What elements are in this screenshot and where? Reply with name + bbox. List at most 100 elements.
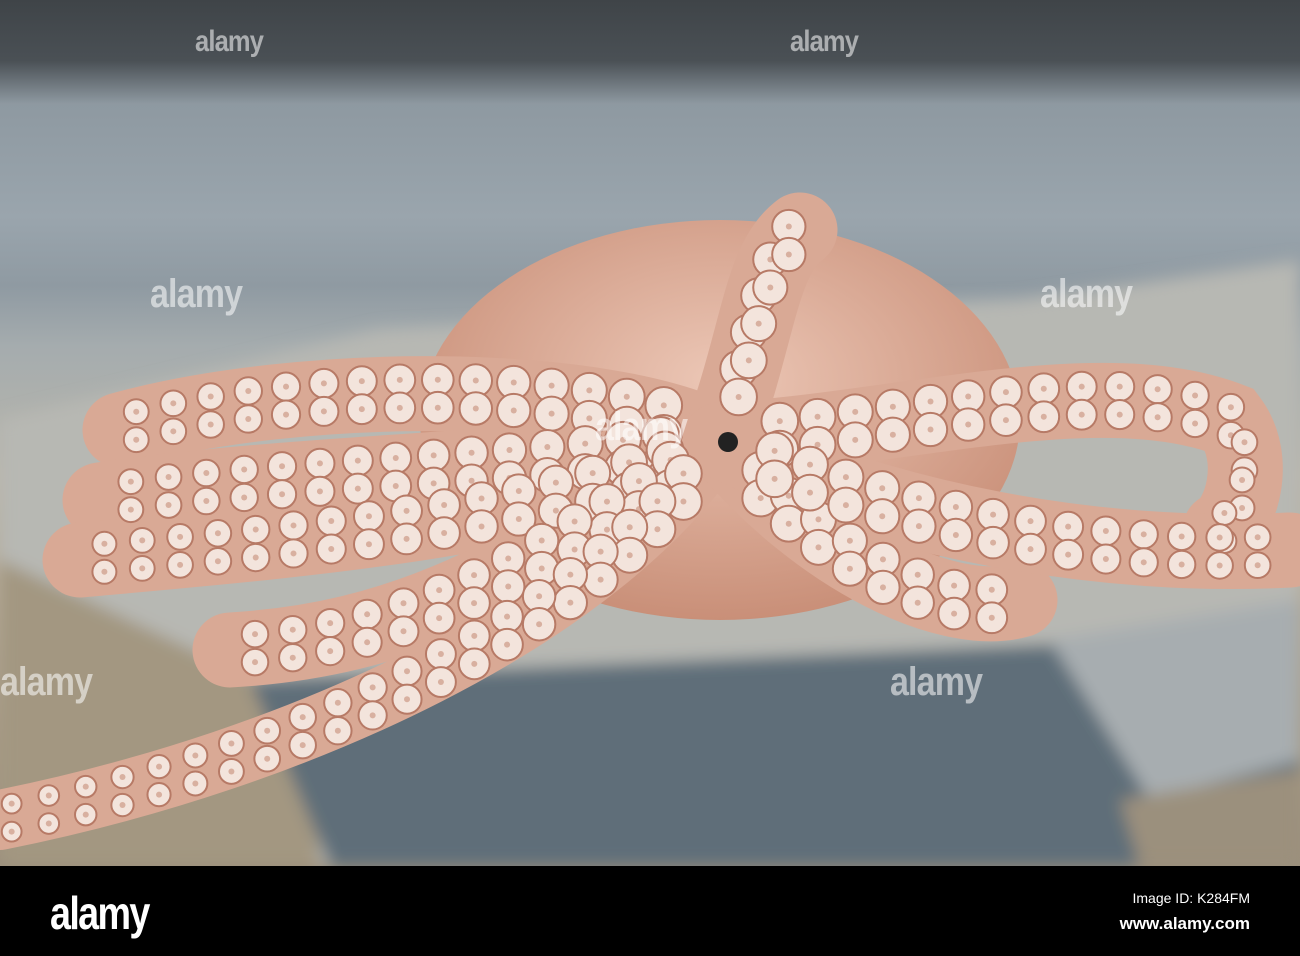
sucker-hole: [279, 463, 286, 470]
sucker-hole: [289, 626, 296, 633]
sucker-hole: [436, 615, 443, 622]
sucker-hole: [1065, 551, 1072, 558]
sucker-hole: [990, 511, 997, 518]
sucker-hole: [403, 507, 410, 514]
sucker-hole: [965, 393, 972, 400]
sucker-hole: [603, 498, 610, 505]
sucker-hole: [807, 489, 814, 496]
sucker-hole: [289, 654, 296, 661]
sucker-hole: [430, 452, 437, 459]
sucker-hole: [1116, 411, 1123, 418]
sucker-hole: [471, 632, 478, 639]
sucker-hole: [597, 576, 604, 583]
sucker-hole: [927, 398, 934, 405]
sucker-hole: [165, 502, 172, 509]
sucker-hole: [404, 668, 411, 675]
sucker-hole: [334, 727, 341, 734]
sucker-hole: [45, 792, 52, 799]
sucker-hole: [1116, 383, 1123, 390]
sucker-hole: [156, 763, 163, 770]
sucker-hole: [771, 475, 778, 482]
sucker-hole: [842, 474, 849, 481]
sucker-hole: [571, 518, 578, 525]
alamy-logo: alamy: [50, 887, 150, 939]
sucker-hole: [434, 376, 441, 383]
sucker-hole: [241, 466, 248, 473]
sucker-hole: [603, 526, 610, 533]
sucker-hole: [437, 651, 444, 658]
watermark: alamy: [0, 660, 93, 704]
sucker-hole: [82, 811, 89, 818]
sucker-hole: [156, 791, 163, 798]
sucker-hole: [1227, 404, 1234, 411]
sucker-hole: [283, 411, 290, 418]
sucker-hole: [548, 410, 555, 417]
image-id: Image ID: K284FM: [1132, 890, 1251, 906]
sucker-hole: [635, 478, 642, 485]
sucker-hole: [988, 614, 995, 621]
sucker-hole: [1078, 383, 1085, 390]
sucker-hole: [785, 520, 792, 527]
sucker-hole: [119, 774, 126, 781]
sucker-hole: [1154, 386, 1161, 393]
sucker-hole: [879, 556, 886, 563]
sucker-hole: [203, 498, 210, 505]
sucker-hole: [626, 524, 633, 531]
sucker-hole: [365, 513, 372, 520]
sucker-hole: [510, 379, 517, 386]
sucker-hole: [915, 523, 922, 530]
sucker-hole: [515, 488, 522, 495]
sucker-hole: [586, 415, 593, 422]
sucker-hole: [1192, 420, 1199, 427]
sucker-hole: [1140, 559, 1147, 566]
sucker-hole: [505, 583, 512, 590]
sucker-hole: [392, 482, 399, 489]
sucker-hole: [1040, 413, 1047, 420]
sucker-hole: [952, 531, 959, 538]
sucker-hole: [815, 544, 822, 551]
sucker-hole: [82, 783, 89, 790]
sucker-hole: [358, 406, 365, 413]
sucker-hole: [478, 495, 485, 502]
sucker-hole: [538, 537, 545, 544]
sucker-hole: [396, 376, 403, 383]
sucker-hole: [119, 802, 126, 809]
sucker-hole: [364, 611, 371, 618]
sucker-hole: [252, 554, 259, 561]
sucker-hole: [951, 582, 958, 589]
sucker-hole: [504, 613, 511, 620]
sucker-hole: [510, 407, 517, 414]
sucker-hole: [354, 457, 361, 464]
sucker-hole: [1216, 562, 1223, 569]
sucker-hole: [1102, 556, 1109, 563]
sucker-hole: [515, 516, 522, 523]
sucker-hole: [536, 621, 543, 628]
sucker-hole: [552, 479, 559, 486]
sucker-hole: [133, 436, 140, 443]
sucker-hole: [1239, 504, 1246, 511]
sucker-hole: [1002, 417, 1009, 424]
sucker-hole: [889, 431, 896, 438]
sucker-hole: [328, 518, 335, 525]
sucker-hole: [471, 600, 478, 607]
sucker-hole: [654, 526, 661, 533]
watermark: alamy: [150, 272, 243, 316]
sucker-hole: [392, 454, 399, 461]
sucker-hole: [192, 752, 199, 759]
sucker-hole: [1241, 439, 1248, 446]
sucker-hole: [170, 400, 177, 407]
sucker-hole: [846, 565, 853, 572]
sucker-hole: [571, 546, 578, 553]
sucker-hole: [400, 628, 407, 635]
watermark: alamy: [1040, 272, 1133, 316]
sucker-hole: [785, 223, 792, 230]
sucker-hole: [1002, 389, 1009, 396]
sucker-hole: [290, 522, 297, 529]
sucker-hole: [1254, 534, 1261, 541]
watermark: alamy: [890, 660, 983, 704]
sucker-hole: [203, 470, 210, 477]
sucker-hole: [927, 426, 934, 433]
sucker-hole: [354, 485, 361, 492]
sucker-hole: [139, 537, 146, 544]
sucker-hole: [1078, 411, 1085, 418]
